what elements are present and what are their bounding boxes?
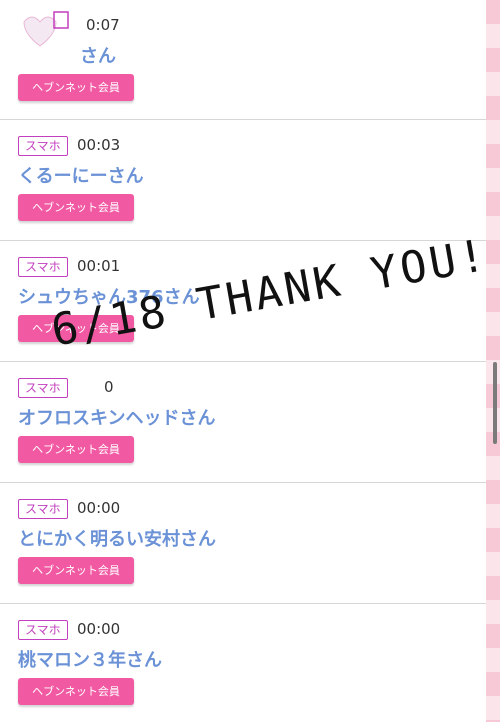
member-button[interactable]: ヘブンネット会員	[18, 194, 134, 221]
device-badge: スマホ	[18, 378, 68, 398]
list-item: スマホ 00:00 桃マロン３年さん ヘブンネット会員	[0, 604, 486, 722]
visitor-name[interactable]: 桃マロン３年さん	[18, 649, 162, 673]
list-item: スマホ 0 オフロスキンヘッドさん ヘブンネット会員	[0, 362, 486, 483]
visit-time: 00:01	[77, 257, 121, 275]
device-badge: スマホ	[18, 136, 68, 156]
visitor-name[interactable]: くるーにーさん	[18, 165, 144, 189]
visitor-name[interactable]: とにかく明るい安村さん	[18, 528, 216, 552]
scrollbar-thumb[interactable]	[493, 362, 497, 444]
visit-time: 0	[104, 378, 114, 396]
device-badge: スマホ	[18, 620, 68, 640]
visitor-name[interactable]: オフロスキンヘッドさん	[18, 407, 215, 431]
decorative-side-strip	[486, 0, 500, 722]
member-button[interactable]: ヘブンネット会員	[18, 557, 134, 584]
device-badge: スマホ	[18, 499, 68, 519]
visit-time: 00:03	[77, 136, 121, 154]
heart-sticker-icon	[14, 8, 74, 56]
list-item: スマホ 00:03 くるーにーさん ヘブンネット会員	[0, 120, 486, 241]
device-badge: スマホ	[18, 257, 68, 277]
list-item: スマホ 00:00 とにかく明るい安村さん ヘブンネット会員	[0, 483, 486, 604]
visit-time: 00:00	[77, 620, 121, 638]
member-button[interactable]: ヘブンネット会員	[18, 678, 134, 705]
visitor-list: 0:07 さん ヘブンネット会員 スマホ 00:03 くるーにーさん ヘブンネッ…	[0, 0, 486, 722]
visit-time: 0:07	[86, 16, 120, 34]
visitor-name[interactable]: さん	[80, 45, 116, 69]
member-button[interactable]: ヘブンネット会員	[18, 74, 134, 101]
member-button[interactable]: ヘブンネット会員	[18, 436, 134, 463]
visit-time: 00:00	[77, 499, 121, 517]
